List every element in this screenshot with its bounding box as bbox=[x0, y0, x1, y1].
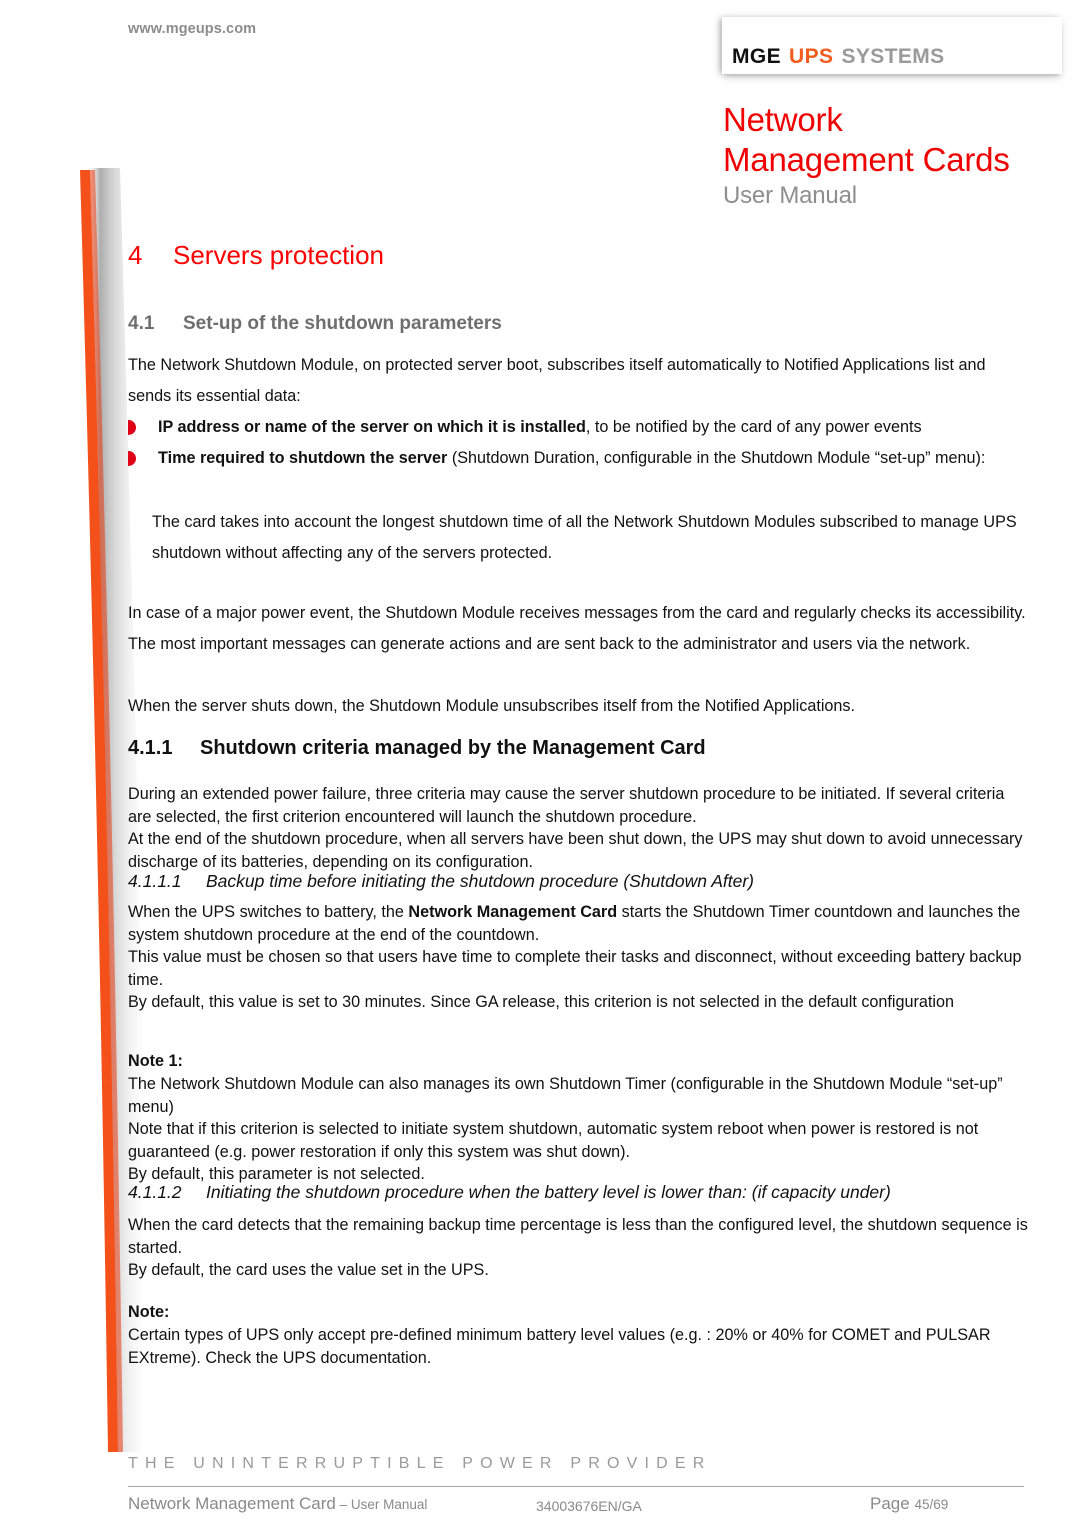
heading-4-1-1-1-number: 4.1.1.1 bbox=[128, 871, 182, 891]
heading-4-1-setup-shutdown-parameters: 4.1 Set-up of the shutdown parameters bbox=[128, 313, 502, 335]
document-title-line2: Management Cards bbox=[723, 141, 1010, 178]
paragraph-capacity-under: When the card detects that the remaining… bbox=[128, 1216, 1028, 1279]
heading-4-1-label: Set-up of the shutdown parameters bbox=[183, 313, 502, 334]
footer-divider bbox=[128, 1486, 1024, 1487]
mge-ups-systems-logo: MGE UPS SYSTEMS bbox=[722, 17, 1062, 74]
footer-doc-title: Network Management Card bbox=[128, 1494, 336, 1513]
orange-swoosh-decoration bbox=[80, 168, 150, 1452]
paragraph-intro: The Network Shutdown Module, on protecte… bbox=[128, 356, 986, 405]
logo-mge-text: MGE bbox=[732, 45, 782, 68]
logo-text: MGE UPS SYSTEMS bbox=[732, 45, 945, 69]
footer-page-indicator: Page 45/69 bbox=[870, 1494, 948, 1514]
heading-4-label: Servers protection bbox=[173, 240, 384, 270]
paragraph-server-unsubscribe: When the server shuts down, the Shutdown… bbox=[128, 697, 856, 715]
heading-4-servers-protection: 4 Servers protection bbox=[128, 240, 384, 271]
list-item: Time required to shutdown the server (Sh… bbox=[128, 443, 1033, 474]
note-2-text: Certain types of UPS only accept pre-def… bbox=[128, 1326, 991, 1367]
heading-4-1-1-2-label: Initiating the shutdown procedure when t… bbox=[206, 1182, 891, 1202]
list-item-bold: IP address or name of the server on whic… bbox=[158, 418, 586, 436]
document-title: Network Management Cards bbox=[723, 100, 1010, 180]
paragraph-default-30-minutes: By default, this value is set to 30 minu… bbox=[128, 993, 955, 1011]
list-item-text: IP address or name of the server on whic… bbox=[128, 412, 1033, 443]
heading-4-1-1-2-number: 4.1.1.2 bbox=[128, 1182, 182, 1202]
footer-document-name: Network Management Card – User Manual bbox=[128, 1494, 427, 1514]
list-item-bold: Time required to shutdown the server bbox=[158, 449, 448, 467]
logo-ups-text: UPS bbox=[789, 45, 834, 68]
paragraph-card-longest-shutdown: The card takes into account the longest … bbox=[152, 513, 1017, 562]
heading-4-1-1-label: Shutdown criteria managed by the Managem… bbox=[200, 737, 706, 759]
list-item-text: Time required to shutdown the server (Sh… bbox=[128, 443, 1033, 474]
document-subtitle: User Manual bbox=[723, 182, 857, 209]
paragraph-shutdown-timer-countdown: When the UPS switches to battery, the Ne… bbox=[128, 901, 1028, 946]
para-pre: When the UPS switches to battery, the bbox=[128, 903, 409, 921]
footer-page-number: 45/69 bbox=[914, 1497, 949, 1512]
logo-systems-text: SYSTEMS bbox=[841, 45, 945, 68]
heading-4-1-1-1-label: Backup time before initiating the shutdo… bbox=[206, 871, 754, 891]
list-item: IP address or name of the server on whic… bbox=[128, 412, 1033, 443]
heading-4-1-1-shutdown-criteria: 4.1.1 Shutdown criteria managed by the Ma… bbox=[128, 737, 706, 760]
document-page: www.mgeups.com MGE UPS SYSTEMS Network Man… bbox=[0, 0, 1080, 1528]
list-item-rest: , to be notified by the card of any powe… bbox=[585, 418, 922, 436]
para-bold-network-management-card: Network Management Card bbox=[408, 903, 618, 921]
heading-4-1-1-1-backup-time: 4.1.1.1 Backup time before initiating the… bbox=[128, 871, 754, 892]
document-title-line1: Network bbox=[723, 101, 843, 138]
site-url[interactable]: www.mgeups.com bbox=[128, 21, 256, 37]
note-2-label: Note: bbox=[128, 1303, 170, 1321]
heading-4-number: 4 bbox=[128, 240, 143, 270]
footer-doc-kind: – User Manual bbox=[335, 1497, 428, 1512]
heading-4-1-1-number: 4.1.1 bbox=[128, 737, 173, 759]
heading-4-1-1-2-battery-level: 4.1.1.2 Initiating the shutdown procedure… bbox=[128, 1182, 891, 1203]
list-item-rest: (Shutdown Duration, configurable in the … bbox=[447, 449, 986, 467]
note-1-label: Note 1: bbox=[128, 1052, 183, 1070]
footer-page-label: Page bbox=[870, 1494, 915, 1513]
note-1-text: The Network Shutdown Module can also man… bbox=[128, 1075, 1003, 1183]
heading-4-1-number: 4.1 bbox=[128, 313, 155, 334]
paragraph-value-chosen: This value must be chosen so that users … bbox=[128, 948, 1022, 989]
paragraph-major-power-event: In case of a major power event, the Shut… bbox=[128, 604, 1026, 653]
paragraph-criteria-description: During an extended power failure, three … bbox=[128, 785, 1023, 871]
footer-tagline: THE UNINTERRUPTIBLE POWER PROVIDER bbox=[128, 1455, 712, 1472]
footer-document-reference: 34003676EN/GA bbox=[536, 1498, 642, 1514]
